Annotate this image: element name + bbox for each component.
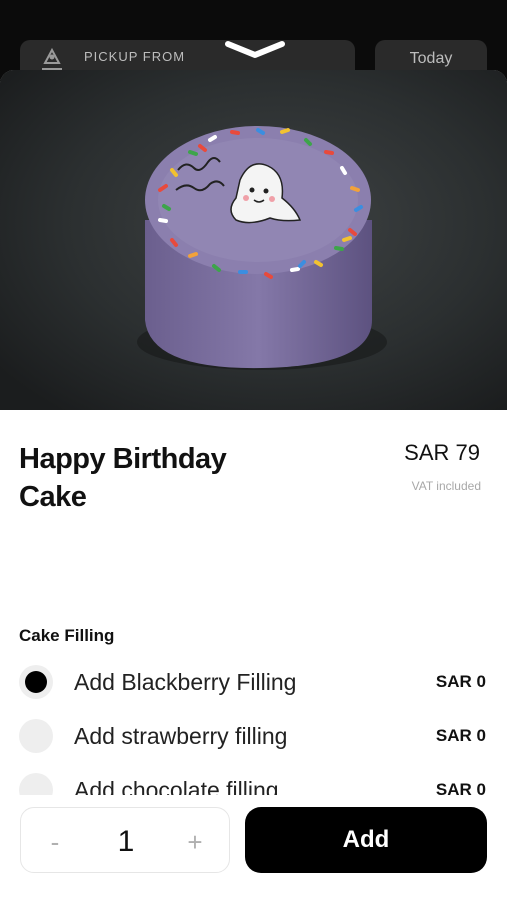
decrease-button[interactable]: - xyxy=(35,822,75,862)
product-sheet: Happy Birthday Cake SAR 79 VAT included … xyxy=(0,70,507,900)
quantity-stepper: - 1 + xyxy=(20,807,230,873)
vat-note: VAT included xyxy=(411,479,481,493)
screen: PICKUP FROM Today Happy Birthday Cake SA… xyxy=(0,0,507,900)
add-to-cart-button[interactable]: Add xyxy=(245,807,487,873)
filling-option-blackberry[interactable]: Add Blackberry Filling SAR 0 xyxy=(0,655,507,709)
product-price: SAR 79 xyxy=(404,440,480,465)
filling-option-strawberry[interactable]: Add strawberry filling SAR 0 xyxy=(0,709,507,763)
radio-button[interactable] xyxy=(19,719,53,753)
cart-bar: - 1 + Add xyxy=(0,795,507,900)
option-label: Add strawberry filling xyxy=(74,722,288,749)
filling-option-chocolate[interactable]: Add chocolate filling SAR 0 xyxy=(0,763,507,795)
cake-photo xyxy=(0,70,507,410)
section-title: Cake Filling xyxy=(19,626,115,645)
filling-options: Add Blackberry Filling SAR 0 Add strawbe… xyxy=(0,655,507,795)
radio-button[interactable] xyxy=(19,665,53,699)
product-title: Happy Birthday Cake xyxy=(19,443,227,513)
option-label: Add chocolate filling xyxy=(74,776,279,796)
option-price: SAR 0 xyxy=(435,780,486,795)
radio-button[interactable] xyxy=(19,773,53,795)
chevron-down-icon[interactable] xyxy=(224,40,286,60)
option-price: SAR 0 xyxy=(435,726,486,745)
option-price: SAR 0 xyxy=(435,672,486,691)
quantity-value: 1 xyxy=(117,825,135,858)
product-image xyxy=(0,70,507,410)
pickup-label: PICKUP FROM xyxy=(84,48,186,64)
option-label: Add Blackberry Filling xyxy=(74,668,297,695)
radio-selected-dot xyxy=(25,671,47,693)
increase-button[interactable]: + xyxy=(175,822,215,862)
